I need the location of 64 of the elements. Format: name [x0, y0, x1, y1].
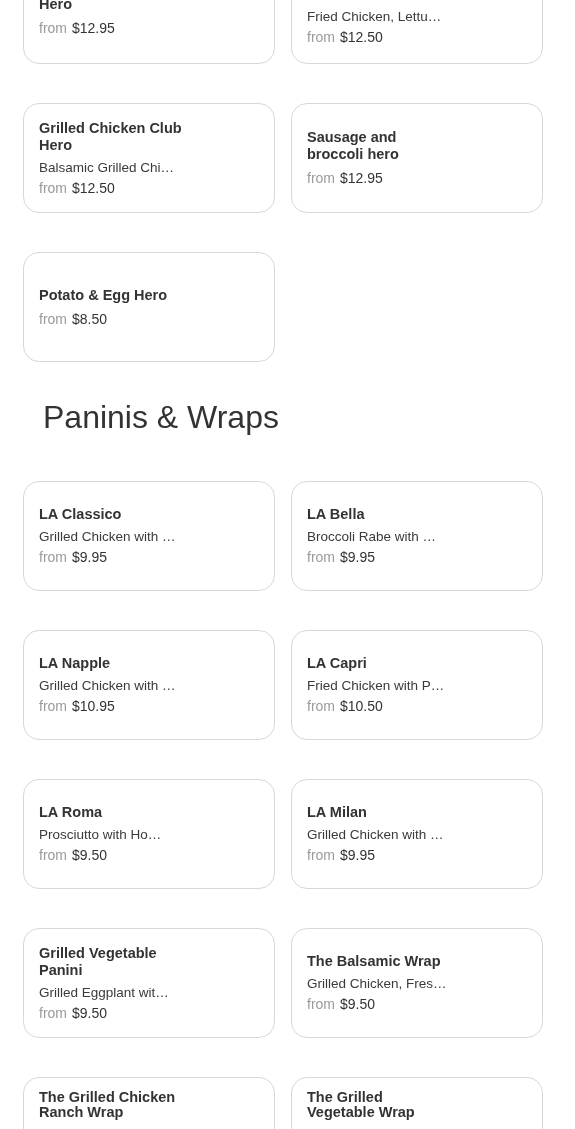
menu-item-card[interactable]: Fried Chicken, Lettu… from $12.50 — [291, 0, 543, 64]
menu-item-card[interactable]: Potato & Egg Hero from $8.50 — [23, 252, 275, 362]
item-description: Prosciutto with Ho… — [39, 826, 163, 844]
price-prefix: from — [39, 179, 67, 196]
menu-item-card[interactable]: LA Milan Grilled Chicken with … from $9.95 — [291, 779, 543, 889]
price-prefix: from — [39, 549, 67, 565]
menu-item-card[interactable]: Grilled Chicken Club Hero Balsamic Grilled Chi… from $12.50 — [23, 103, 275, 213]
menu-item-card[interactable]: Grilled Vegetable Panini Grilled Eggplant wit… from $9.50 — [23, 928, 275, 1038]
item-description: Balsamic Grilled Chi… — [39, 158, 176, 177]
item-price: $8.50 — [72, 310, 108, 327]
price-prefix: from — [307, 847, 335, 863]
menu-item-card[interactable]: LA Classico Grilled Chicken with … from $9.95 — [23, 481, 275, 591]
item-price: $12.50 — [340, 29, 383, 45]
item-description: Grilled Chicken with … — [307, 826, 445, 844]
item-price: $12.95 — [340, 170, 383, 186]
price-prefix: from — [39, 20, 67, 36]
menu-item-card[interactable]: LA Bella Broccoli Rabe with … from $9.95 — [291, 481, 543, 591]
price-prefix: from — [39, 1004, 67, 1021]
price-prefix: from — [39, 698, 67, 714]
menu-item-card[interactable]: LA Roma Prosciutto with Ho… from $9.50 — [23, 779, 275, 889]
price-prefix: from — [307, 698, 335, 714]
menu-item-card[interactable]: The Balsamic Wrap Grilled Chicken, Fres… from $9.50 — [291, 928, 543, 1038]
menu-item-card[interactable]: The Grilled Chicken Ranch Wrap — [23, 1077, 275, 1129]
item-description: Grilled Chicken with … — [39, 677, 177, 695]
item-name: LA Napple — [39, 655, 112, 672]
item-price: $9.50 — [340, 996, 376, 1012]
item-description: Grilled Chicken with … — [39, 528, 177, 546]
item-price: $10.95 — [72, 698, 115, 714]
item-price: $12.50 — [72, 179, 115, 196]
item-name: LA Bella — [307, 506, 366, 523]
item-name: Sausage and broccoli hero — [307, 129, 400, 163]
item-name: The Balsamic Wrap — [307, 953, 442, 970]
item-price: $10.50 — [340, 698, 383, 714]
price-prefix: from — [307, 549, 335, 565]
item-name: Grilled Chicken Club Hero — [39, 119, 183, 154]
item-name: LA Classico — [39, 506, 123, 523]
item-price: $9.95 — [72, 549, 108, 565]
item-name: LA Milan — [307, 804, 368, 821]
item-price: $9.95 — [340, 847, 376, 863]
item-price: $9.95 — [340, 549, 376, 565]
item-name: Grilled Vegetable Panini — [39, 944, 158, 979]
section-heading: Paninis & Wraps — [43, 398, 280, 436]
menu-item-card[interactable]: Sausage and broccoli hero from $12.95 — [291, 103, 543, 213]
price-prefix: from — [307, 29, 335, 45]
price-prefix: from — [307, 996, 335, 1012]
item-description: Grilled Chicken, Fres… — [307, 975, 448, 993]
price-prefix: from — [307, 170, 335, 186]
item-name: Potato & Egg Hero — [39, 286, 169, 304]
item-name: The Grilled Vegetable Wrap — [307, 1090, 416, 1120]
price-prefix: from — [39, 310, 67, 327]
item-description: Grilled Eggplant wit… — [39, 983, 170, 1002]
item-name: The Grilled Chicken Ranch Wrap — [39, 1090, 177, 1120]
menu-item-card[interactable]: The Grilled Vegetable Wrap — [291, 1077, 543, 1129]
item-price: $9.50 — [72, 1004, 108, 1021]
item-name: LA Roma — [39, 804, 104, 821]
item-description: Broccoli Rabe with … — [307, 528, 438, 546]
item-price: $12.95 — [72, 20, 115, 36]
item-description: Fried Chicken, Lettu… — [307, 8, 443, 26]
item-name: LA Capri — [307, 655, 368, 672]
price-prefix: from — [39, 847, 67, 863]
item-price: $9.50 — [72, 847, 108, 863]
menu-item-card[interactable]: LA Napple Grilled Chicken with … from $10.95 — [23, 630, 275, 740]
menu-item-card[interactable]: LA Capri Fried Chicken with P… from $10.50 — [291, 630, 543, 740]
item-description: Fried Chicken with P… — [307, 677, 446, 695]
